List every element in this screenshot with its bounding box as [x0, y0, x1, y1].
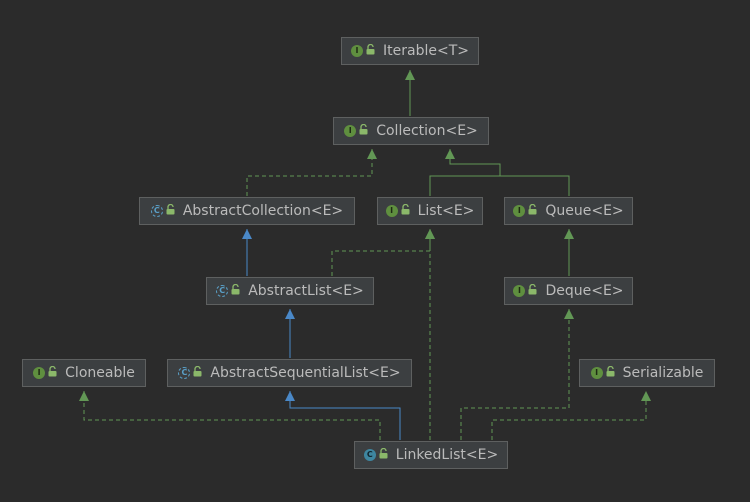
- node-label: Iterable<T>: [383, 43, 469, 59]
- lock-icon: [606, 365, 615, 381]
- arrowhead: [425, 229, 435, 239]
- interface-icon: I: [351, 45, 364, 57]
- lock-icon: [366, 43, 375, 59]
- node-label: Collection<E>: [376, 123, 478, 139]
- interface-icon: I: [590, 367, 603, 379]
- lock-icon: [193, 365, 202, 381]
- node-collection[interactable]: I Collection<E>: [333, 117, 489, 145]
- node-linkedlist[interactable]: C LinkedList<E>: [354, 441, 508, 469]
- node-label: Deque<E>: [545, 283, 624, 299]
- node-iterable[interactable]: I Iterable<T>: [341, 37, 479, 65]
- lock-icon: [231, 283, 240, 299]
- lock-icon: [401, 203, 410, 219]
- node-label: AbstractCollection<E>: [182, 203, 344, 219]
- arrowhead: [641, 391, 651, 401]
- edge-linkedlist-to-abstractsequentiallist: [285, 391, 401, 440]
- interface-icon: I: [385, 205, 398, 217]
- arrowhead: [79, 391, 89, 401]
- arrowhead: [285, 309, 295, 319]
- node-list[interactable]: I List<E>: [377, 197, 483, 225]
- interface-icon: I: [513, 285, 526, 297]
- node-serializable[interactable]: I Serializable: [579, 359, 715, 387]
- node-queue[interactable]: I Queue<E>: [504, 197, 633, 225]
- edge-abstractcollection-to-collection: [246, 149, 377, 196]
- interface-icon: I: [344, 125, 357, 137]
- lock-icon: [528, 283, 537, 299]
- node-abstractsequentiallist[interactable]: C AbstractSequentialList<E>: [167, 359, 412, 387]
- lock-icon: [359, 123, 368, 139]
- abstract-class-icon: C: [216, 285, 229, 297]
- arrowhead: [564, 309, 574, 319]
- arrowhead: [367, 149, 377, 159]
- edge-deque-to-queue: [564, 229, 574, 276]
- interface-icon: I: [513, 205, 526, 217]
- edge-linkedlist-to-serializable: [491, 391, 651, 440]
- edge-list-to-collection: [429, 149, 501, 196]
- node-abstractcollection[interactable]: C AbstractCollection<E>: [139, 197, 355, 225]
- node-deque[interactable]: I Deque<E>: [504, 277, 633, 305]
- lock-icon: [48, 365, 57, 381]
- arrowhead: [405, 70, 415, 80]
- lock-icon: [528, 203, 537, 219]
- edge-linkedlist-to-cloneable: [79, 391, 381, 440]
- edge-linkedlist-to-list: [425, 229, 435, 440]
- edge-queue-to-collection: [500, 175, 570, 196]
- node-label: AbstractList<E>: [248, 283, 364, 299]
- lock-icon: [166, 203, 175, 219]
- edge-abstractsequentiallist-to-abstractlist: [285, 309, 295, 358]
- class-icon: C: [363, 449, 376, 461]
- node-label: AbstractSequentialList<E>: [210, 365, 401, 381]
- node-label: Cloneable: [65, 365, 135, 381]
- abstract-class-icon: C: [178, 367, 191, 379]
- arrowhead: [242, 229, 252, 239]
- node-cloneable[interactable]: I Cloneable: [22, 359, 146, 387]
- node-label: LinkedList<E>: [395, 447, 499, 463]
- node-abstractlist[interactable]: C AbstractList<E>: [206, 277, 374, 305]
- inheritance-edges: [79, 70, 651, 440]
- abstract-class-icon: C: [150, 205, 163, 217]
- edge-collection-to-iterable: [405, 70, 415, 116]
- edge-abstractlist-to-abstractcollection: [242, 229, 252, 276]
- node-label: Serializable: [622, 365, 704, 381]
- lock-icon: [379, 447, 388, 463]
- node-label: Queue<E>: [545, 203, 624, 219]
- edge-abstractlist-to-list: [331, 229, 435, 276]
- arrowhead: [564, 229, 574, 239]
- arrowhead: [285, 391, 295, 401]
- arrowhead: [445, 149, 455, 159]
- interface-icon: I: [33, 367, 46, 379]
- node-label: List<E>: [417, 203, 475, 219]
